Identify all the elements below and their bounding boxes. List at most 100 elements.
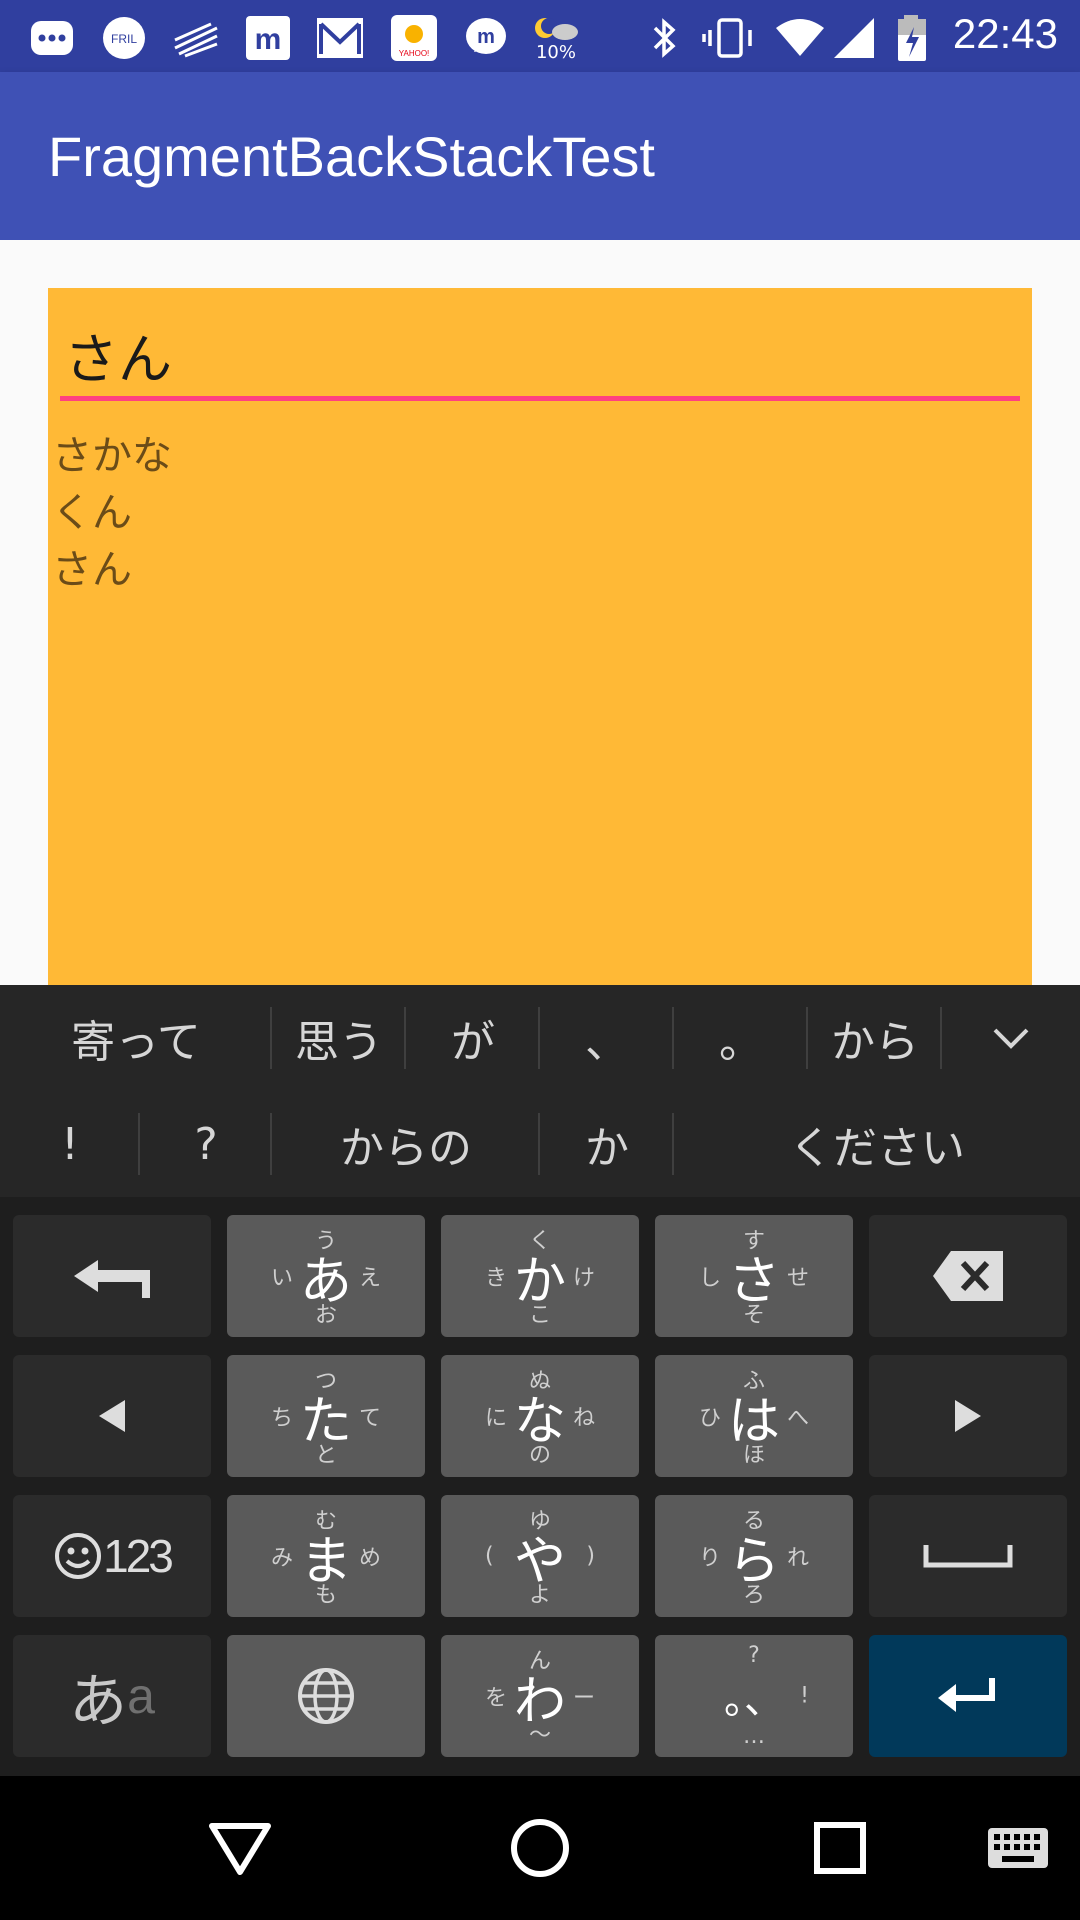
flick-down-label: … [743,1724,765,1749]
yahoo-weather-icon: YAHOO! [388,12,440,64]
alpha-label: a [127,1668,155,1724]
flick-right-label: え [358,1266,381,1291]
kana-key-ma[interactable]: む み ま め も [227,1495,425,1617]
navigation-bar [0,1776,1080,1920]
flick-down-label: よ [528,1583,552,1608]
punctuation-key[interactable]: ? 。、 ! … [655,1635,853,1757]
key-label: 。、 [724,1677,784,1723]
candidate[interactable]: ! [0,1091,140,1197]
status-bar: FRIL m YAHOO! m 10% 22:43 [0,0,1080,72]
candidate[interactable]: か [540,1091,674,1197]
candidate[interactable]: 寄って [0,985,272,1091]
expand-candidates-button[interactable] [942,985,1080,1091]
flick-right-label: て [358,1406,381,1431]
backspace-key[interactable] [869,1215,1067,1337]
back-button[interactable] [200,1808,280,1888]
enter-key[interactable] [869,1635,1067,1757]
list-item: くん [52,490,132,536]
space-key[interactable] [869,1495,1067,1617]
kana-key-sa[interactable]: す し さ せ そ [655,1215,853,1337]
input-mode-key[interactable]: あ a [13,1635,211,1757]
kana-key-na[interactable]: ぬ に な ね の [441,1355,639,1477]
recents-button[interactable] [800,1808,880,1888]
candidate[interactable]: 思う [272,985,406,1091]
flick-left-label: い [271,1266,294,1291]
flick-left-label: ち [271,1406,294,1431]
kana-key-ha[interactable]: ふ ひ は へ ほ [655,1355,853,1477]
flick-up-label: す [742,1229,766,1254]
list-item: さん [52,547,132,593]
keyboard-icon [988,1828,1048,1868]
globe-icon [298,1668,354,1724]
flick-up-label: ふ [742,1369,766,1394]
candidate[interactable]: からの [272,1091,540,1197]
cursor-left-key[interactable] [13,1355,211,1477]
soft-keyboard: 寄って 思う が 、 。 から ! ? からの か ください う い あ え お… [0,985,1080,1776]
arrow-left-icon [99,1400,125,1432]
weather-icon: 10% [530,12,582,64]
flick-up-label: む [314,1509,338,1534]
svg-text:FRIL: FRIL [111,32,137,46]
app-bar: FragmentBackStackTest [0,72,1080,240]
candidate[interactable]: ください [674,1091,1080,1197]
home-button[interactable] [500,1808,580,1888]
mode-label: 123 [103,1530,174,1582]
flick-down-label: も [314,1583,338,1608]
flick-down-label: そ [742,1303,766,1328]
chevron-down-icon [993,1028,1029,1049]
flick-down-label: ろ [742,1583,766,1608]
kana-key-ka[interactable]: く き か け こ [441,1215,639,1337]
flick-left-label: し [699,1266,722,1291]
candidate[interactable]: 。 [674,985,808,1091]
flick-right-label: ) [586,1543,595,1569]
kana-key-ya[interactable]: ゆ ( や ) よ [441,1495,639,1617]
svg-text:YAHOO!: YAHOO! [399,49,430,58]
recents-square-icon [814,1822,866,1874]
undo-key[interactable] [13,1215,211,1337]
flick-right-label: ね [572,1406,595,1431]
flick-up-label: ぬ [528,1369,552,1394]
vibrate-icon [702,12,754,64]
flick-up-label: ? [748,1643,760,1668]
fragment-card: さかな くん さん [48,288,1032,985]
enter-icon [938,1678,995,1712]
clock: 22:43 [952,10,1058,57]
flick-down-label: ほ [742,1443,766,1468]
candidate[interactable]: ? [140,1091,272,1197]
flick-right-label: け [572,1266,595,1291]
kana-key-ra[interactable]: る り ら れ ろ [655,1495,853,1617]
arrow-right-icon [955,1400,981,1432]
kana-key-wa[interactable]: ん を わ ー 〜 [441,1635,639,1757]
flick-left-label: み [271,1546,294,1571]
list-item: さかな [52,433,172,479]
flick-left-label: ひ [699,1406,722,1431]
kana-key-a[interactable]: う い あ え お [227,1215,425,1337]
zebra-icon [170,12,222,64]
more-icon [26,12,78,64]
flick-down-label: 〜 [528,1723,552,1748]
backspace-icon [933,1251,1003,1301]
kana-key-ta[interactable]: つ ち た て と [227,1355,425,1477]
candidate[interactable]: 、 [540,985,674,1091]
flick-left-label: ( [485,1543,494,1569]
signal-icon [828,12,880,64]
flick-left-label: き [485,1266,508,1291]
flick-right-label: ! [800,1683,809,1709]
language-key[interactable] [227,1635,425,1757]
candidate-bar-secondary: ! ? からの か ください [0,1091,1080,1197]
flick-right-label: れ [786,1546,809,1571]
back-triangle-icon [209,1823,271,1875]
flick-down-label: こ [528,1303,552,1328]
flick-down-label: と [314,1443,338,1468]
app-title: FragmentBackStackTest [48,125,655,188]
keyboard-switch-button[interactable] [978,1808,1058,1888]
svg-text:m: m [255,23,282,56]
candidate[interactable]: が [406,985,540,1091]
text-input[interactable] [60,318,1020,390]
undo-arrow-icon [74,1260,150,1298]
candidate[interactable]: から [808,985,942,1091]
space-icon [923,1545,1013,1568]
flick-right-label: へ [786,1406,809,1431]
cursor-right-key[interactable] [869,1355,1067,1477]
symbol-mode-key[interactable]: 123 [13,1495,211,1617]
